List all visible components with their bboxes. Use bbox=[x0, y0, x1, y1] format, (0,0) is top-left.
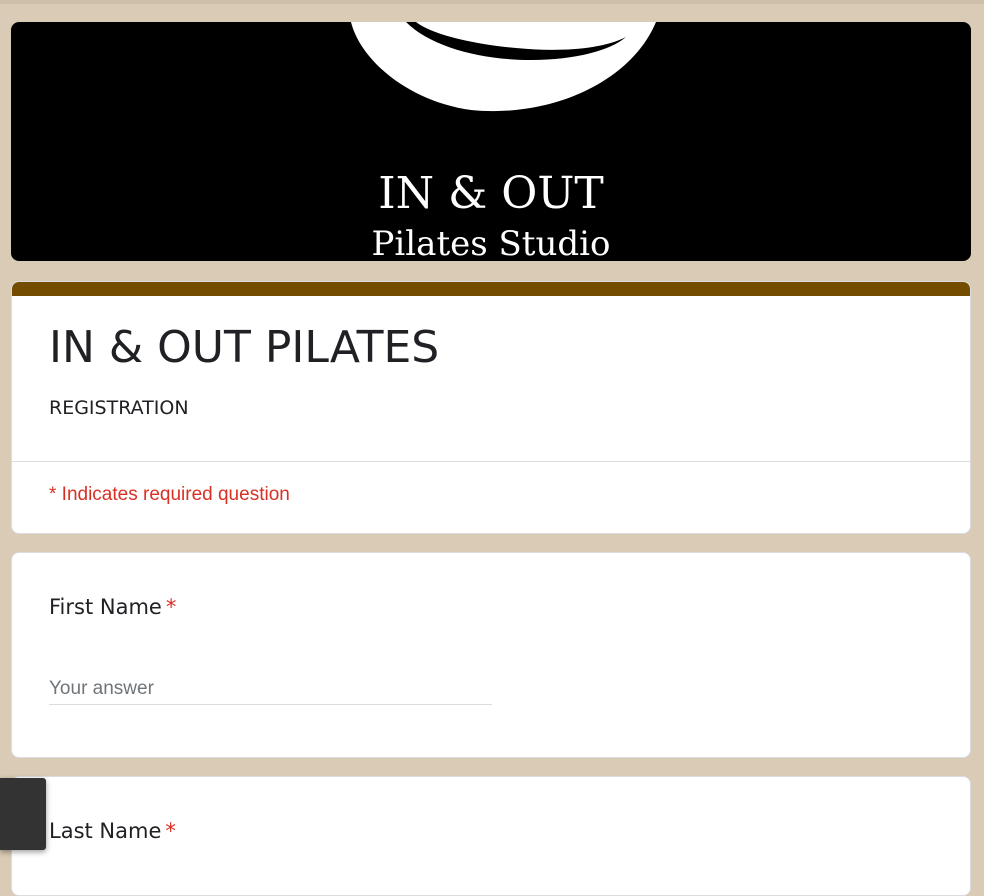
first-name-input[interactable] bbox=[49, 673, 492, 705]
form-description: REGISTRATION bbox=[49, 397, 189, 419]
question-card-first-name: First Name * bbox=[11, 552, 971, 758]
title-card-divider bbox=[12, 461, 970, 462]
form-title-card: IN & OUT PILATES REGISTRATION * Indicate… bbox=[11, 281, 971, 534]
title-card-accent-bar bbox=[12, 282, 970, 296]
header-banner-image: IN & OUT Pilates Studio bbox=[11, 22, 971, 261]
required-asterisk: * bbox=[165, 595, 177, 619]
question-label-first-name: First Name * bbox=[49, 593, 176, 621]
form-title: IN & OUT PILATES bbox=[49, 322, 440, 373]
question-card-last-name: Last Name * bbox=[11, 776, 971, 896]
floating-side-widget[interactable] bbox=[0, 778, 46, 850]
question-title: Last Name bbox=[49, 819, 162, 843]
question-title: First Name bbox=[49, 595, 162, 619]
question-label-last-name: Last Name * bbox=[49, 817, 176, 845]
required-question-note: * Indicates required question bbox=[49, 484, 290, 505]
required-asterisk: * bbox=[165, 819, 176, 843]
banner-logo-title: IN & OUT bbox=[378, 168, 604, 219]
page-top-strip bbox=[0, 0, 984, 4]
banner-logo-subtitle: Pilates Studio bbox=[371, 224, 611, 261]
